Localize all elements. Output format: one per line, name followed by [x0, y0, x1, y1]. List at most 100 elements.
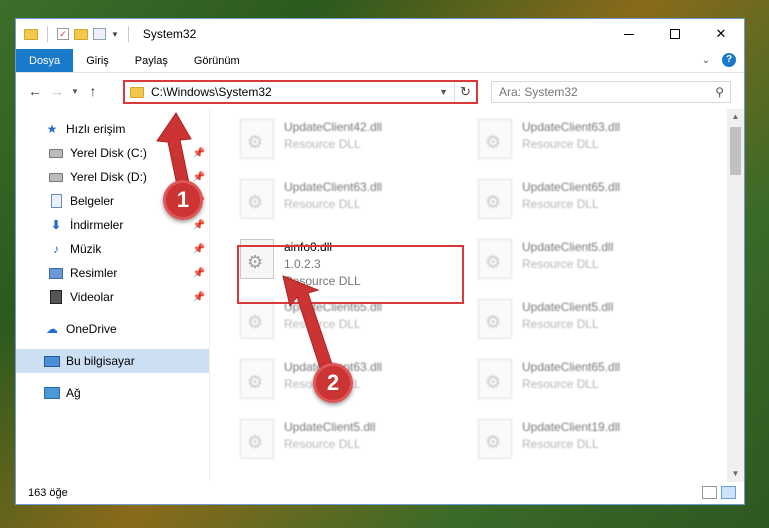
sidebar-item-disk-c[interactable]: Yerel Disk (C:) 📌	[16, 141, 209, 165]
file-type: Resource DLL	[284, 317, 361, 331]
dll-file-icon	[478, 359, 512, 399]
dll-file-icon	[478, 239, 512, 279]
close-button[interactable]: ✕	[698, 19, 744, 49]
file-item[interactable]: UpdateClient63.dllResource DLL	[240, 179, 465, 237]
toolbar-divider	[127, 26, 129, 42]
sidebar-item-pictures[interactable]: Resimler 📌	[16, 261, 209, 285]
file-item[interactable]: UpdateClient5.dll Resource DLL	[478, 299, 703, 357]
close-icon: ✕	[715, 26, 727, 41]
navigation-pane: ★ Hızlı erişim Yerel Disk (C:) 📌 Yerel D…	[16, 109, 210, 482]
file-name: UpdateClient65.dll	[522, 180, 621, 194]
new-folder-icon[interactable]	[74, 28, 88, 40]
minimize-button[interactable]	[606, 19, 652, 49]
recent-locations-chevron-icon[interactable]: ▼	[68, 87, 82, 96]
pin-icon[interactable]: 📌	[193, 268, 205, 279]
expand-ribbon-chevron-icon[interactable]: ⌄	[702, 55, 710, 66]
file-type: Resource DLL	[522, 377, 599, 391]
music-icon: ♪	[53, 242, 59, 256]
file-name: UpdateClient42.dll	[284, 120, 383, 134]
tab-file[interactable]: Dosya	[16, 49, 74, 72]
file-item[interactable]: UpdateClient65.dll Resource DLL	[478, 359, 703, 417]
file-name: UpdateClient63.dll	[522, 120, 621, 134]
file-name: UpdateClient63.dll	[284, 180, 383, 194]
file-type: Resource DLL	[522, 437, 599, 451]
dll-file-icon	[240, 299, 274, 339]
properties-icon[interactable]	[93, 28, 106, 40]
address-history-chevron-icon[interactable]: ▼	[439, 87, 448, 97]
document-icon	[48, 194, 64, 208]
back-arrow-icon[interactable]: ←	[24, 83, 46, 99]
sidebar-item-music[interactable]: ♪ Müzik 📌	[16, 237, 209, 261]
file-item[interactable]: UpdateClient65.dllResource DLL	[240, 299, 465, 357]
minimize-icon	[624, 33, 634, 35]
explorer-window: ✓ ▼ System32 ✕ Dosya Giriş Paylaş Görünü…	[15, 18, 745, 505]
sidebar-item-label: Resimler	[70, 266, 118, 280]
sidebar-item-label: Müzik	[70, 242, 102, 256]
star-icon: ★	[46, 122, 58, 136]
file-item[interactable]: UpdateClient65.dll Resource DLL	[478, 179, 703, 237]
sidebar-item-label: Yerel Disk (D:)	[70, 170, 147, 184]
maximize-button[interactable]	[652, 19, 698, 49]
address-bar[interactable]: C:\Windows\System32 ▼ ↻	[123, 80, 478, 104]
tab-share[interactable]: Paylaş	[122, 49, 181, 72]
dll-file-icon	[240, 119, 274, 159]
file-name: UpdateClient65.dll	[522, 360, 621, 374]
forward-arrow-icon[interactable]: →	[46, 83, 68, 99]
pin-icon[interactable]: 📌	[193, 220, 205, 231]
drive-icon	[48, 170, 64, 184]
pin-icon[interactable]: 📌	[193, 244, 205, 255]
sidebar-item-quick-access[interactable]: ★ Hızlı erişim	[16, 117, 209, 141]
refresh-icon[interactable]: ↻	[454, 82, 476, 102]
sidebar-item-onedrive[interactable]: ☁ OneDrive	[16, 317, 209, 341]
up-arrow-icon[interactable]: ↑	[82, 83, 104, 99]
help-icon[interactable]: ?	[722, 53, 736, 67]
dll-file-icon	[240, 359, 274, 399]
dll-file-icon	[478, 299, 512, 339]
search-input[interactable]: Ara: System32 ⚲	[491, 81, 731, 103]
tab-view[interactable]: Görünüm	[181, 49, 253, 72]
dll-file-icon	[478, 419, 512, 459]
content-area: ★ Hızlı erişim Yerel Disk (C:) 📌 Yerel D…	[16, 109, 744, 482]
computer-icon	[44, 354, 60, 368]
window-title: System32	[142, 27, 197, 41]
view-toggle	[702, 486, 736, 499]
window-controls: ✕	[606, 19, 744, 49]
file-item[interactable]: UpdateClient5.dll Resource DLL	[240, 419, 465, 477]
file-item[interactable]: UpdateClient63.dllResource DLL	[240, 359, 465, 417]
pin-icon[interactable]: 📌	[193, 172, 205, 183]
sidebar-item-label: Bu bilgisayar	[66, 354, 135, 368]
scroll-thumb[interactable]	[730, 127, 741, 175]
sidebar-item-this-pc[interactable]: Bu bilgisayar	[16, 349, 209, 373]
properties-check-icon[interactable]: ✓	[57, 28, 69, 40]
vertical-scrollbar[interactable]: ▲ ▼	[727, 109, 744, 482]
sidebar-item-network[interactable]: Ağ	[16, 381, 209, 405]
quick-access-toolbar: ✓ ▼	[24, 26, 133, 42]
file-item[interactable]: UpdateClient42.dll Resource DLL	[240, 119, 465, 177]
customize-toolbar-chevron-icon[interactable]: ▼	[111, 30, 119, 39]
address-path[interactable]: C:\Windows\System32	[151, 85, 272, 99]
annotation-badge-1: 1	[163, 180, 203, 220]
file-name: UpdateClient5.dll	[284, 420, 376, 434]
file-item[interactable]: UpdateClient5.dll Resource DLL	[478, 239, 703, 297]
pin-icon[interactable]: 📌	[193, 292, 205, 303]
file-name: UpdateClient19.dll	[522, 420, 621, 434]
details-view-icon[interactable]	[702, 486, 717, 499]
file-item[interactable]: UpdateClient19.dll Resource DLL	[478, 419, 703, 477]
tab-home[interactable]: Giriş	[73, 49, 122, 72]
sidebar-item-label: Ağ	[66, 386, 81, 400]
status-bar: 163 öğe	[16, 482, 744, 504]
folder-icon	[24, 28, 38, 40]
videos-icon	[48, 290, 64, 304]
tiles-view-icon[interactable]	[721, 486, 736, 499]
title-bar: ✓ ▼ System32 ✕	[16, 19, 744, 49]
search-icon[interactable]: ⚲	[715, 85, 724, 99]
file-item[interactable]: UpdateClient63.dllResource DLL	[478, 119, 703, 177]
file-type: Resource DLL	[522, 197, 599, 211]
scroll-up-icon[interactable]: ▲	[727, 109, 744, 125]
pin-icon[interactable]: 📌	[193, 148, 205, 159]
sidebar-item-videos[interactable]: Videolar 📌	[16, 285, 209, 309]
dll-file-icon	[240, 419, 274, 459]
drive-icon	[48, 146, 64, 160]
sidebar-item-label: İndirmeler	[70, 218, 124, 232]
scroll-down-icon[interactable]: ▼	[727, 466, 744, 482]
